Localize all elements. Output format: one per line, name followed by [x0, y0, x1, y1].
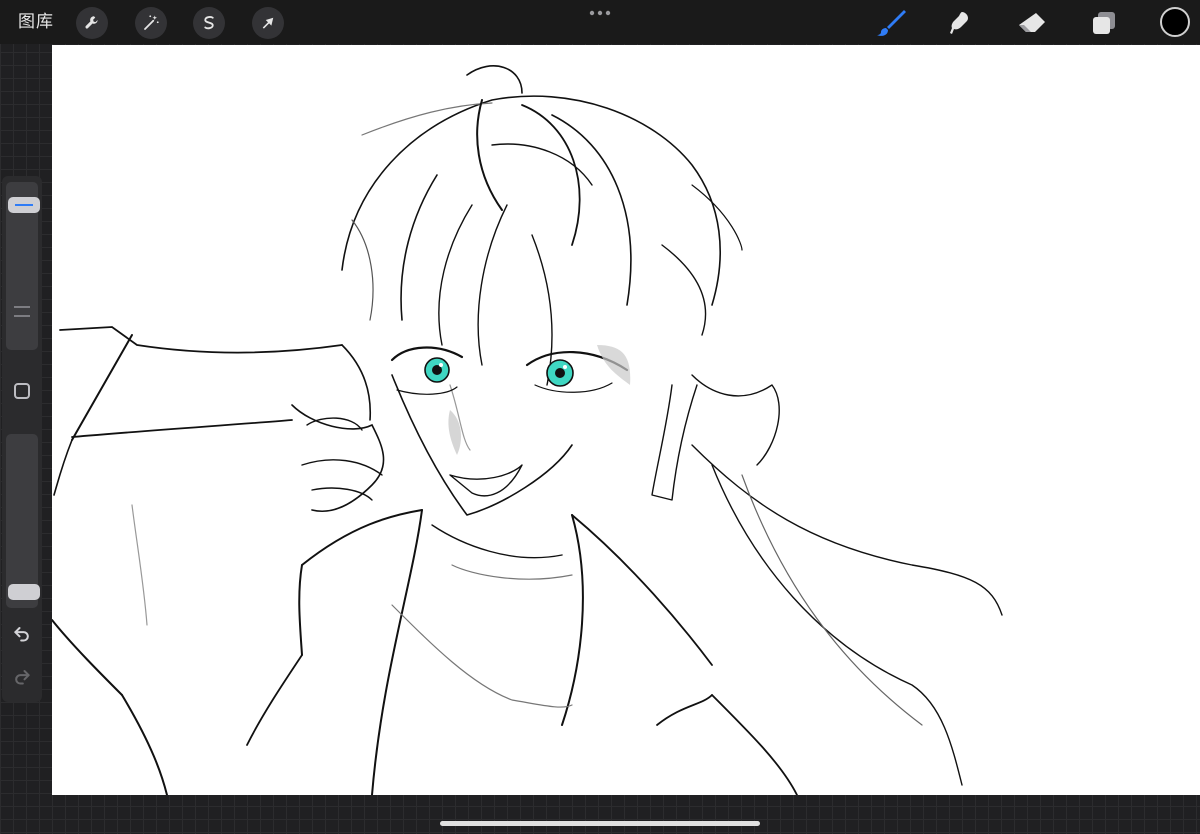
brush-opacity-slider[interactable] [6, 434, 40, 608]
layers-button[interactable] [1087, 6, 1121, 40]
selection-button[interactable] [193, 7, 225, 39]
left-sidebar [2, 176, 42, 702]
eraser-icon [1019, 13, 1045, 32]
undo-icon [14, 627, 29, 642]
more-options-icon[interactable] [588, 8, 612, 18]
undo-button[interactable] [10, 621, 34, 645]
redo-icon [15, 670, 30, 685]
brush-icon [877, 10, 906, 36]
top-toolbar: 图库 [0, 0, 1200, 44]
actions-button[interactable] [76, 7, 108, 39]
adjustments-button[interactable] [135, 7, 167, 39]
drawing-canvas[interactable] [52, 45, 1200, 795]
transform-arrow-icon [262, 17, 274, 29]
brush-opacity-thumb[interactable] [8, 584, 40, 600]
wrench-icon [85, 16, 98, 29]
modify-button[interactable] [14, 383, 30, 399]
redo-button[interactable] [10, 664, 34, 688]
selection-icon [204, 16, 214, 30]
eraser-button[interactable] [1015, 6, 1049, 40]
magic-wand-icon [144, 15, 159, 30]
brush-button[interactable] [874, 6, 908, 40]
sketch-artwork [52, 65, 1003, 795]
brush-size-slider[interactable] [6, 182, 40, 350]
smudge-icon [950, 12, 968, 34]
smudge-button[interactable] [944, 6, 978, 40]
slider-tick [14, 306, 30, 308]
layers-icon [1093, 12, 1115, 34]
color-picker-button[interactable] [1160, 7, 1190, 37]
gallery-button[interactable]: 图库 [18, 11, 54, 33]
brush-size-thumb[interactable] [8, 197, 40, 213]
home-indicator[interactable] [440, 821, 760, 826]
slider-tick [14, 315, 30, 317]
slider-thumb-marker [15, 204, 33, 206]
transform-button[interactable] [252, 7, 284, 39]
